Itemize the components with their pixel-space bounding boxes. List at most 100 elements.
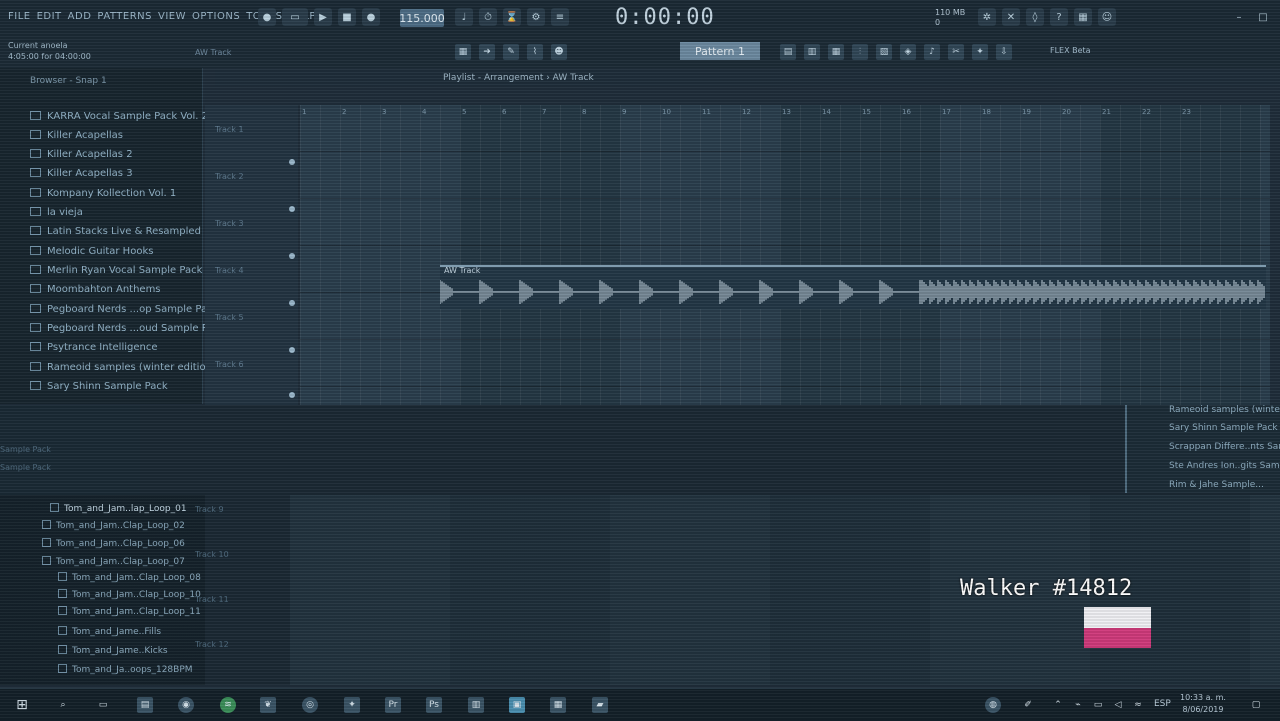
lower-track-header[interactable]: Track 12 [195,640,229,649]
volume-icon[interactable]: ◁ [1110,697,1126,713]
sample-item[interactable]: Tom_and_Jam..Clap_Loop_08 [58,572,201,583]
browser-item[interactable]: Pegboard Nerds ...op Sample Pack [30,304,218,315]
mic-record-icon[interactable]: ♪ [924,44,940,60]
lower-track-header[interactable]: Track 10 [195,550,229,559]
browser-app-icon[interactable]: ◉ [178,697,194,713]
browser-item[interactable]: Killer Acapellas 2 [30,149,133,160]
sample-item[interactable]: Tom_and_Jam..Clap_Loop_06 [42,538,185,549]
arrow-icon[interactable]: ➜ [479,44,495,60]
right-browser-item[interactable]: Ste Andres Ion..gits Sam... [1169,461,1280,471]
playlist-grid[interactable] [300,105,1270,405]
play-button[interactable]: ▶ [314,8,332,26]
step-edit-icon[interactable]: ⚙ [527,8,545,26]
sample-item[interactable]: Tom_and_Jam..Clap_Loop_10 [58,589,201,600]
user-icon[interactable]: ☻ [551,44,567,60]
mixer-icon[interactable]: ⫶ [852,44,868,60]
document-icon[interactable]: ▥ [468,697,484,713]
track-header[interactable]: Track 2 [215,172,244,181]
maximize-icon[interactable]: □ [1254,8,1272,26]
track-header[interactable]: Track 5 [215,313,244,322]
plugin-icon[interactable]: ✕ [1002,8,1020,26]
lower-track-header[interactable]: Track 11 [195,595,229,604]
track-mute-toggle[interactable] [289,159,295,165]
record-mode-icon[interactable]: ● [258,8,276,26]
tray-arrow-icon[interactable]: ⌃ [1050,697,1066,713]
browser-item[interactable]: Moombahton Anthems [30,284,161,295]
right-browser-item[interactable]: Rim & Jahe Sample... [1169,480,1264,490]
browser-item[interactable]: la vieja [30,207,83,218]
search-icon[interactable]: ⌕ [55,697,71,713]
start-icon[interactable]: ⊞ [14,697,30,713]
track-header[interactable]: Track 6 [215,360,244,369]
browser-item[interactable]: Kompany Kollection Vol. 1 [30,188,176,199]
blend-notes-icon[interactable]: ≡ [551,8,569,26]
browser-item[interactable]: Pegboard Nerds ...oud Sample Pack [30,323,225,334]
download-icon[interactable]: ⇩ [996,44,1012,60]
battery-icon[interactable]: ▭ [1090,697,1106,713]
mic-icon[interactable]: ◊ [1026,8,1044,26]
menu-view[interactable]: VIEW [158,11,186,22]
right-browser-item[interactable]: Rameoid samples (winter... [1169,405,1280,415]
browser-item[interactable]: Killer Acapellas 3 [30,168,133,179]
plugin-picker-icon[interactable]: ◈ [900,44,916,60]
app-icon[interactable]: ✦ [344,697,360,713]
browser-item[interactable]: Latin Stacks Live & Resampled [30,226,201,237]
sample-item[interactable]: Tom_and_Jam..Clap_Loop_07 [42,556,185,567]
sample-item[interactable]: Tom_and_Jame..Fills [58,626,161,637]
browser-item[interactable]: Killer Acapellas [30,130,123,141]
brush-icon[interactable]: ⌇ [527,44,543,60]
metronome-icon[interactable]: ♩ [455,8,473,26]
audio-clip[interactable]: AW Track [440,265,1266,309]
countdown-icon[interactable]: ⌛ [503,8,521,26]
sample-item[interactable]: Tom_and_Jame..Kicks [58,645,168,656]
snap-icon[interactable]: ▦ [455,44,471,60]
help-icon[interactable]: ? [1050,8,1068,26]
globe-icon[interactable]: ◍ [985,697,1001,713]
browser-item[interactable]: Rameoid samples (winter edition) [30,362,216,373]
cut-icon[interactable]: ✂ [948,44,964,60]
right-browser-item[interactable]: Sary Shinn Sample Pack [1169,423,1278,433]
wait-input-icon[interactable]: ⏱ [479,8,497,26]
track-mute-toggle[interactable] [289,253,295,259]
wifi-icon[interactable]: ≈ [1130,697,1146,713]
piano-roll-icon[interactable]: ▥ [804,44,820,60]
browser-item[interactable]: Psytrance Intelligence [30,342,158,353]
channel-rack-icon[interactable]: ▦ [828,44,844,60]
pencil-icon[interactable]: ✎ [503,44,519,60]
grid-app-icon[interactable]: ▦ [550,697,566,713]
track-mute-toggle[interactable] [289,300,295,306]
spotify-icon[interactable]: ≋ [220,697,236,713]
pattern-song-toggle[interactable]: ▭ [282,8,308,26]
record-button[interactable]: ● [362,8,380,26]
news-icon[interactable]: ▦ [1074,8,1092,26]
track-header[interactable]: Track 4 [215,266,244,275]
sample-item[interactable]: Tom_and_Jam..Clap_Loop_11 [58,606,201,617]
language-indicator[interactable]: ESP [1154,699,1171,709]
premiere-icon[interactable]: Pr [385,697,401,713]
chat-icon[interactable]: ☺ [1098,8,1116,26]
menu-add[interactable]: ADD [68,11,92,22]
photoshop-icon[interactable]: Ps [426,697,442,713]
taskbar-clock[interactable]: 10:33 a. m. 8/06/2019 [1180,692,1226,716]
tempo-display[interactable]: 115.000 [399,9,445,27]
file-explorer-icon[interactable]: ▤ [137,697,153,713]
browser-item[interactable]: Sary Shinn Sample Pack [30,381,168,392]
sample-item[interactable]: Tom_and_Ja..oops_128BPM [58,664,193,675]
sample-item[interactable]: Tom_and_Jam..Clap_Loop_02 [42,520,185,531]
pattern-selector[interactable]: Pattern 1 [680,42,760,60]
fl-studio-icon[interactable]: ❦ [260,697,276,713]
browser-item[interactable]: Melodic Guitar Hooks [30,246,153,257]
track-header[interactable]: Track 1 [215,125,244,134]
right-browser-item[interactable]: Scrappan Differe..nts Sam... [1169,442,1280,452]
menu-edit[interactable]: EDIT [37,11,62,22]
track-header[interactable]: Track 3 [215,219,244,228]
folder-icon[interactable]: ▰ [592,697,608,713]
menu-options[interactable]: OPTIONS [192,11,240,22]
task-view-icon[interactable]: ▭ [95,697,111,713]
track-mute-toggle[interactable] [289,347,295,353]
playlist-icon[interactable]: ▤ [780,44,796,60]
timeline-ruler[interactable]: 1 2 3 4 5 6 7 8 9 10 11 12 13 14 15 16 17 18 19 20 21 22 23 [300,108,1270,120]
lower-track-header[interactable]: Track 9 [195,505,224,514]
minimize-icon[interactable]: – [1230,8,1248,26]
network-icon[interactable]: ⌁ [1070,697,1086,713]
